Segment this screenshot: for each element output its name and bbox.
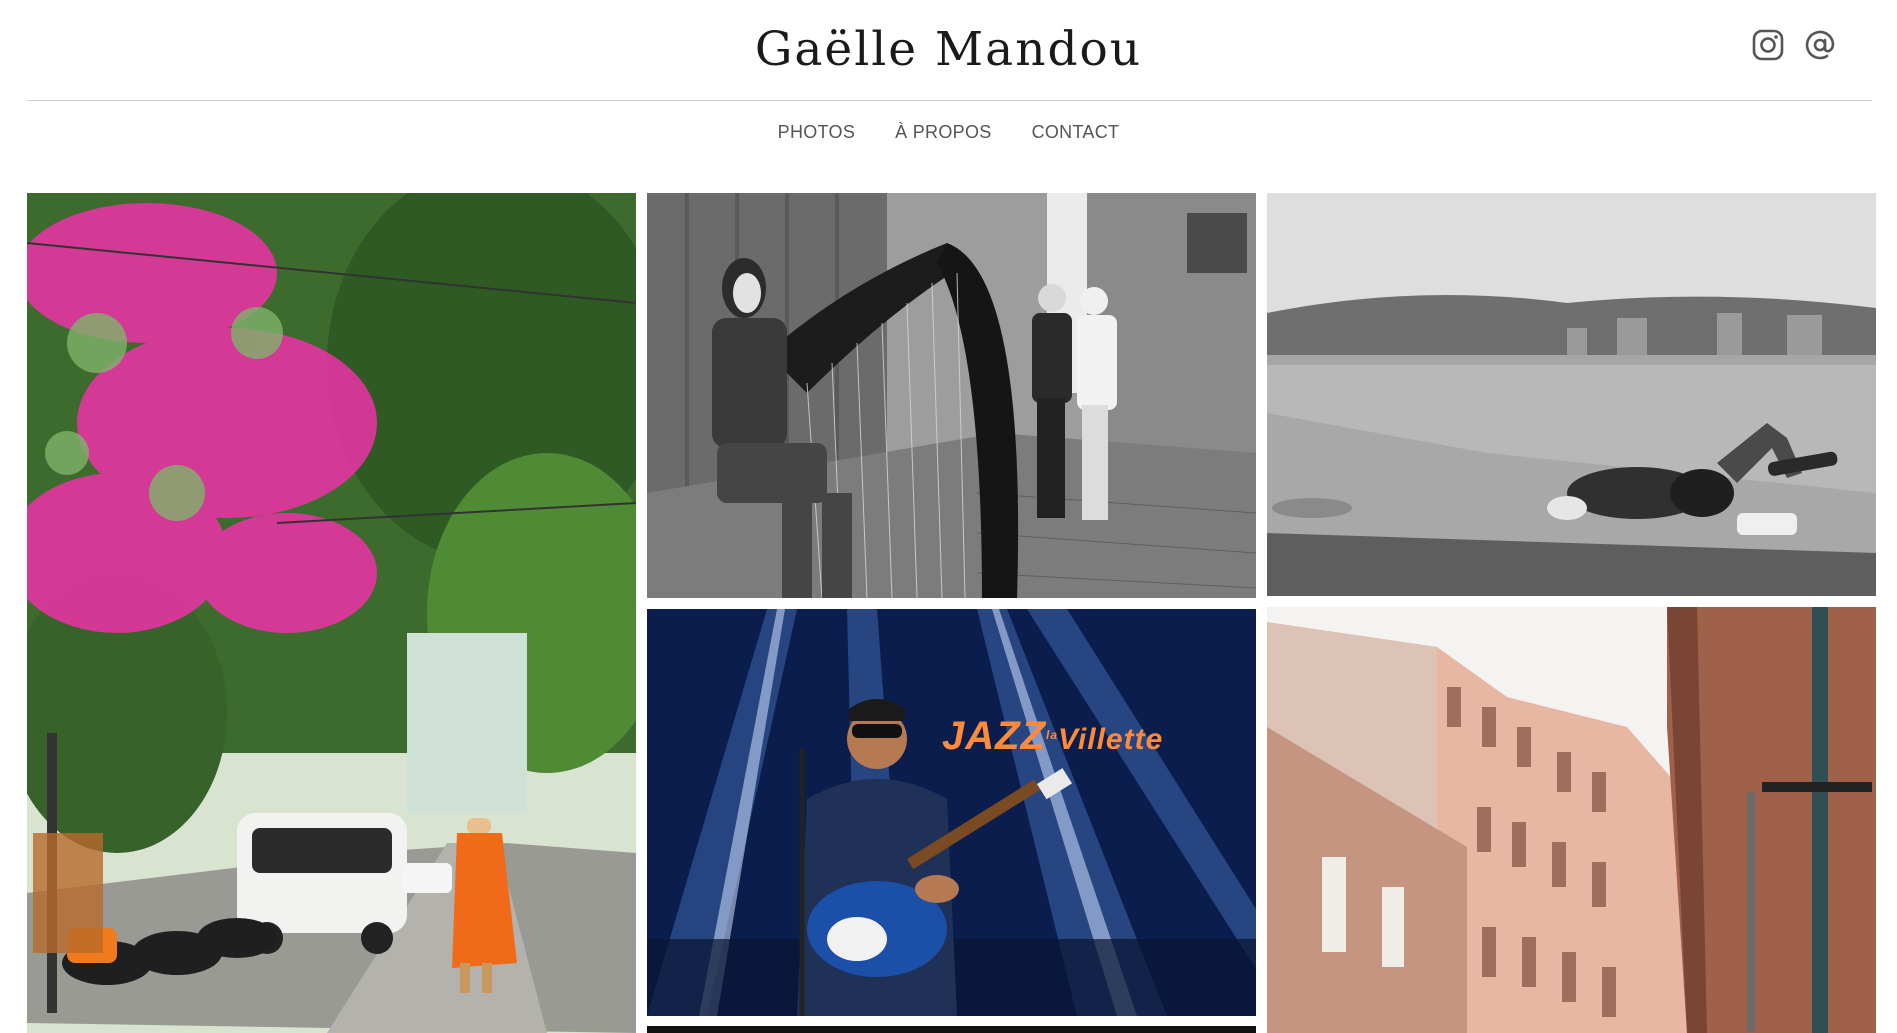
nav-contact[interactable]: CONTACT	[1032, 118, 1120, 146]
social-links	[1751, 28, 1837, 62]
main-nav: PHOTOS À PROPOS CONTACT	[0, 118, 1897, 146]
photo-harpist-street[interactable]	[647, 193, 1256, 598]
nav-photos[interactable]: PHOTOS	[778, 118, 855, 146]
photo-next-partial[interactable]	[647, 1026, 1256, 1033]
instagram-icon[interactable]	[1751, 28, 1785, 62]
photo-lakeside-couple[interactable]	[1267, 193, 1876, 596]
header-divider	[27, 100, 1872, 101]
jazz-villette-sign: JAZZlaVillette	[942, 714, 1164, 758]
email-at-icon[interactable]	[1803, 28, 1837, 62]
photo-jazz-guitarist[interactable]: JAZZlaVillette	[647, 609, 1256, 1016]
site-title[interactable]: Gaëlle Mandou	[0, 14, 1897, 86]
photo-pink-buildings[interactable]	[1267, 607, 1876, 1033]
nav-a-propos[interactable]: À PROPOS	[895, 118, 991, 146]
photo-laos-street-monk[interactable]	[27, 193, 636, 1033]
